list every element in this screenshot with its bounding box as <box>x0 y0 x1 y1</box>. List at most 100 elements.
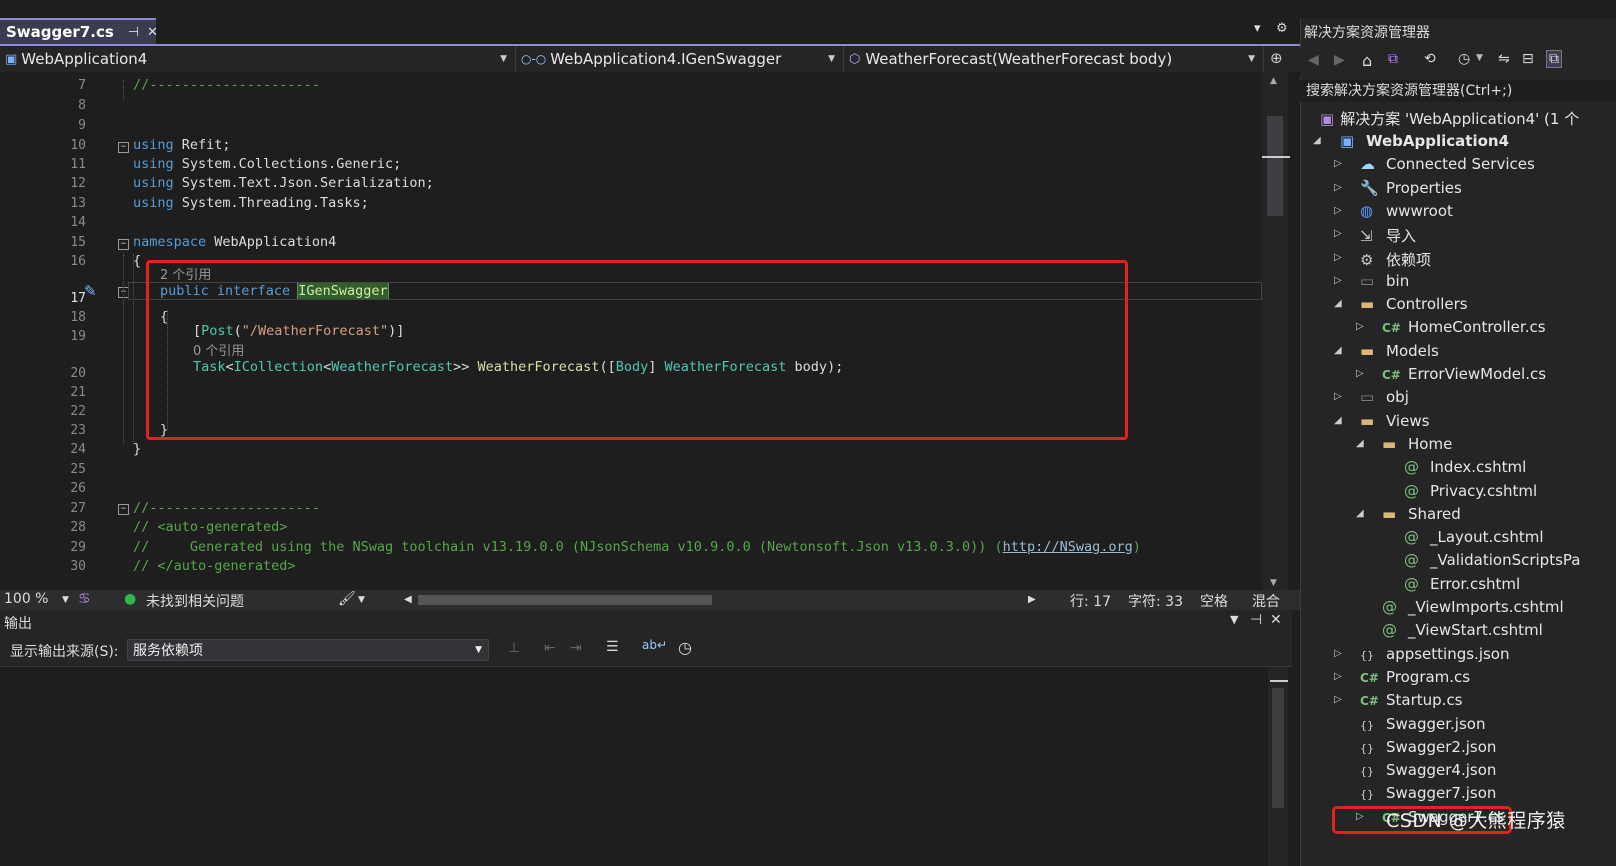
goto-source-icon[interactable]: ⊥ <box>508 640 520 656</box>
tree-item[interactable]: @ _ValidationScriptsPa <box>1404 551 1580 569</box>
previous-message-icon[interactable]: ⇤ <box>544 640 556 656</box>
close-icon[interactable]: ✕ <box>1270 612 1282 628</box>
collapse-all-icon[interactable]: ⊟ <box>1522 51 1534 67</box>
gear-icon[interactable]: ⚙ <box>1276 21 1288 36</box>
tree-item[interactable]: C# Program.cs <box>1360 668 1470 686</box>
tree-item[interactable]: ⚙ 依赖项 <box>1360 249 1431 270</box>
output-scroll-thumb[interactable] <box>1272 688 1284 808</box>
tree-item[interactable]: @ Privacy.cshtml <box>1404 482 1537 500</box>
collapse-icon[interactable]: ◢ <box>1356 438 1364 449</box>
tree-item[interactable]: {} Swagger4.json <box>1360 761 1496 779</box>
tree-item[interactable]: @ Error.cshtml <box>1404 575 1520 593</box>
pin-icon[interactable]: ⊣ <box>1250 612 1262 628</box>
code-editor[interactable]: 7 //--------------------- 8 9 10 using Refit;… <box>0 72 1300 590</box>
line-ending-indicator[interactable]: 混合 <box>1252 591 1280 611</box>
scroll-up-icon[interactable]: ▲ <box>1270 76 1277 86</box>
tree-item[interactable]: ▬ Controllers <box>1360 295 1468 313</box>
sync-icon[interactable]: ⇋ <box>1498 51 1510 67</box>
back-icon[interactable]: ◀ <box>1308 52 1319 68</box>
project-dropdown[interactable]: ▣ WebApplication4 ▼ <box>0 46 516 72</box>
expand-icon[interactable]: ▷ <box>1334 648 1342 659</box>
type-dropdown[interactable]: ○-○ WebApplication4.IGenSwagger ▼ <box>516 46 844 72</box>
tree-item[interactable]: ▬ Views <box>1360 412 1429 430</box>
output-source-select[interactable]: 服务依赖项 ▼ <box>127 639 489 661</box>
expand-icon[interactable]: ▷ <box>1334 205 1342 216</box>
zoom-dropdown-icon[interactable]: ▼ <box>62 595 69 605</box>
word-wrap-icon[interactable]: ab↵ <box>642 638 667 652</box>
tree-item[interactable]: ▭ obj <box>1360 388 1409 406</box>
chevron-down-icon[interactable]: ▼ <box>358 595 365 605</box>
chevron-down-icon[interactable]: ▼ <box>1476 53 1483 63</box>
home-icon[interactable]: ⌂ <box>1362 51 1372 70</box>
tree-item[interactable]: {} Swagger2.json <box>1360 738 1496 756</box>
tree-item[interactable]: 🔧 Properties <box>1360 179 1462 197</box>
tree-item[interactable]: C# HomeController.cs <box>1382 318 1546 336</box>
whitespace-indicator[interactable]: 空格 <box>1200 591 1228 611</box>
tree-item[interactable]: {} appsettings.json <box>1360 645 1510 663</box>
collapse-icon[interactable]: ◢ <box>1334 345 1342 356</box>
history-icon[interactable]: ◷ <box>1458 51 1470 67</box>
horizontal-scroll-thumb[interactable] <box>418 595 712 605</box>
copilot-icon[interactable]: ♋ <box>78 591 91 607</box>
show-all-files-icon[interactable]: ⧉ <box>1546 50 1562 68</box>
issues-status[interactable]: 未找到相关问题 <box>146 591 244 611</box>
scroll-down-icon[interactable]: ▼ <box>1270 578 1277 588</box>
editor-scroll-thumb[interactable] <box>1267 116 1283 216</box>
next-message-icon[interactable]: ⇥ <box>570 640 582 656</box>
line-indicator[interactable]: 行: 17 <box>1070 591 1111 611</box>
tree-item[interactable]: ▣ WebApplication4 <box>1340 132 1509 150</box>
tab-dropdown-icon[interactable]: ▾ <box>1254 21 1261 36</box>
tree-item[interactable]: ▬ Models <box>1360 342 1439 360</box>
tree-item[interactable]: ⇲ 导入 <box>1360 225 1416 246</box>
switch-views-icon[interactable]: ⧉ <box>1388 51 1398 67</box>
expand-icon[interactable]: ▷ <box>1356 368 1364 379</box>
collapse-icon[interactable]: ◢ <box>1334 298 1342 309</box>
tree-item[interactable]: @ _ViewImports.cshtml <box>1382 598 1564 616</box>
fold-toggle-icon[interactable]: − <box>118 504 129 515</box>
expand-icon[interactable]: ▷ <box>1334 391 1342 402</box>
tree-item[interactable]: ◍ wwwroot <box>1360 202 1453 220</box>
expand-icon[interactable]: ▷ <box>1334 694 1342 705</box>
expand-icon[interactable]: ▷ <box>1334 228 1342 239</box>
split-editor-icon[interactable]: ⊕ <box>1270 49 1283 67</box>
tab-swagger7-cs[interactable]: Swagger7.cs ⊣ ✕ <box>0 18 158 44</box>
solution-root[interactable]: ▣ 解决方案 'WebApplication4' (1 个 <box>1320 108 1579 129</box>
panel-dropdown-icon[interactable]: ▼ <box>1230 613 1238 626</box>
close-icon[interactable]: ✕ <box>147 25 158 40</box>
char-indicator[interactable]: 字符: 33 <box>1128 591 1183 611</box>
tree-item[interactable]: @ _ViewStart.cshtml <box>1382 621 1543 639</box>
scroll-right-icon[interactable]: ▶ <box>1028 594 1036 605</box>
expand-icon[interactable]: ▷ <box>1334 158 1342 169</box>
tree-item[interactable]: ☁ Connected Services <box>1360 155 1535 173</box>
pin-icon[interactable]: ⊣ <box>128 25 139 40</box>
tree-item[interactable]: {} Swagger7.json <box>1360 784 1496 802</box>
fold-toggle-icon[interactable]: − <box>118 239 129 250</box>
tree-item[interactable]: ▭ bin <box>1360 272 1409 290</box>
pending-changes-icon[interactable]: ⟲ <box>1424 51 1436 67</box>
tree-item[interactable]: ▬ Shared <box>1382 505 1461 523</box>
tree-item[interactable]: @ _Layout.cshtml <box>1404 528 1544 546</box>
scroll-left-icon[interactable]: ◀ <box>404 594 412 605</box>
collapse-icon[interactable]: ◢ <box>1313 135 1321 146</box>
fold-toggle-icon[interactable]: − <box>118 142 129 153</box>
brush-icon[interactable]: 🖌 <box>338 591 356 607</box>
output-text-area[interactable] <box>0 667 1292 866</box>
member-dropdown[interactable]: ⬡ WeatherForecast(WeatherForecast body) … <box>844 46 1264 72</box>
clear-all-icon[interactable]: ☰ <box>606 639 619 655</box>
forward-icon[interactable]: ▶ <box>1334 52 1345 68</box>
tree-item[interactable]: C# Startup.cs <box>1360 691 1463 709</box>
expand-icon[interactable]: ▷ <box>1334 275 1342 286</box>
expand-icon[interactable]: ▷ <box>1334 671 1342 682</box>
expand-icon[interactable]: ▷ <box>1356 321 1364 332</box>
tree-item[interactable]: ▬ Home <box>1382 435 1452 453</box>
collapse-icon[interactable]: ◢ <box>1356 508 1364 519</box>
nswag-link[interactable]: http://NSwag.org <box>1003 539 1133 555</box>
expand-icon[interactable]: ▷ <box>1334 182 1342 193</box>
quick-actions-icon[interactable]: ✎ <box>84 282 97 300</box>
tree-item[interactable]: {} Swagger.json <box>1360 715 1485 733</box>
solution-search-input[interactable]: 搜索解决方案资源管理器(Ctrl+;) <box>1300 80 1616 102</box>
collapse-icon[interactable]: ◢ <box>1334 415 1342 426</box>
expand-icon[interactable]: ▷ <box>1334 252 1342 263</box>
tree-item[interactable]: C# ErrorViewModel.cs <box>1382 365 1546 383</box>
zoom-level[interactable]: 100 % <box>4 591 48 607</box>
